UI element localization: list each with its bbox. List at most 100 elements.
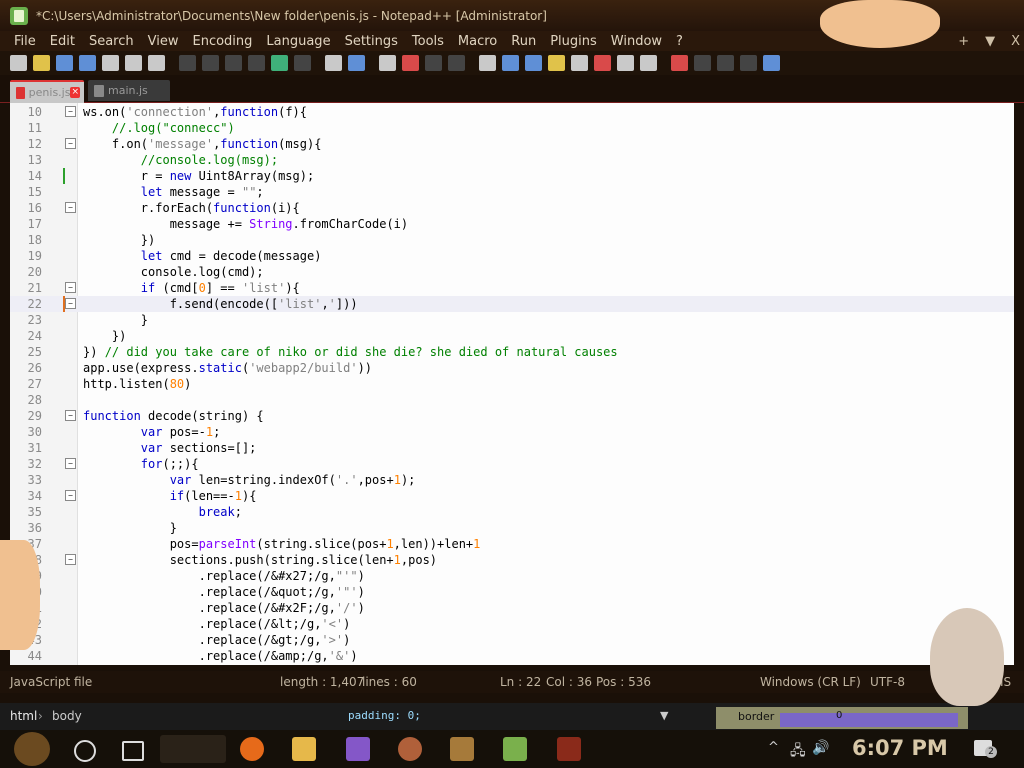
code-line[interactable]: 16 r.forEach(function(i){ [10, 200, 1014, 216]
network-icon[interactable]: 🖧 [790, 740, 806, 764]
find-icon[interactable] [294, 55, 311, 71]
notepadpp-taskbar-icon[interactable] [503, 737, 527, 761]
menu-language[interactable]: Language [266, 34, 330, 49]
taskbar-blank-slot[interactable] [160, 735, 226, 763]
code-line[interactable]: 34 if(len==-1){ [10, 488, 1014, 504]
play-macro-icon[interactable] [717, 55, 734, 71]
tray-chevron-icon[interactable]: ^ [768, 740, 779, 755]
copy-icon[interactable] [202, 55, 219, 71]
code-line[interactable]: 39 .replace(/&#x27;/g,"'") [10, 568, 1014, 584]
undo-icon[interactable] [248, 55, 265, 71]
start-button[interactable] [14, 732, 50, 766]
code-line[interactable]: 33 var len=string.indexOf('.',pos+1); [10, 472, 1014, 488]
menu-tools[interactable]: Tools [412, 34, 444, 49]
code-line[interactable]: 14 r = new Uint8Array(msg); [10, 168, 1014, 184]
menu-settings[interactable]: Settings [345, 34, 398, 49]
print-icon[interactable] [148, 55, 165, 71]
lang-define-icon[interactable] [548, 55, 565, 71]
code-line[interactable]: 41 .replace(/&#x2F;/g,'/') [10, 600, 1014, 616]
breadcrumb-body[interactable]: body [52, 709, 82, 723]
fold-toggle-icon[interactable] [65, 410, 76, 421]
paste-icon[interactable] [225, 55, 242, 71]
sync-horizontal-icon[interactable] [448, 55, 465, 71]
code-editor[interactable]: 10ws.on('connection',function(f){11 //.l… [10, 103, 1014, 665]
monitoring-icon[interactable] [640, 55, 657, 71]
code-line[interactable]: 42 .replace(/&lt;/g,'<') [10, 616, 1014, 632]
code-line[interactable]: 26 app.use(express.static('webapp2/build'… [10, 360, 1014, 376]
css-padding-rule[interactable]: padding: 0; [348, 709, 421, 722]
code-line[interactable]: 13 //console.log(msg); [10, 152, 1014, 168]
cut-icon[interactable] [179, 55, 196, 71]
visual-studio-icon[interactable] [346, 737, 370, 761]
redo-icon[interactable] [271, 55, 288, 71]
fold-toggle-icon[interactable] [65, 554, 76, 565]
media-icon[interactable] [557, 737, 581, 761]
code-line[interactable]: 38 sections.push(string.slice(len+1,pos) [10, 552, 1014, 568]
menu-window[interactable]: Window [611, 34, 662, 49]
fold-toggle-icon[interactable] [65, 458, 76, 469]
breadcrumb-html[interactable]: html [10, 709, 37, 723]
code-line[interactable]: 37 pos=parseInt(string.slice(pos+1,len))… [10, 536, 1014, 552]
code-line[interactable]: 32 for(;;){ [10, 456, 1014, 472]
tab-penis-js[interactable]: penis.js × [10, 80, 84, 103]
menu-help[interactable]: ? [676, 34, 683, 49]
play-multiple-icon[interactable] [740, 55, 757, 71]
code-line[interactable]: 20 console.log(cmd); [10, 264, 1014, 280]
code-line[interactable]: 24 }) [10, 328, 1014, 344]
app-avatar-icon[interactable] [398, 737, 422, 761]
code-line[interactable]: 23 } [10, 312, 1014, 328]
fold-toggle-icon[interactable] [65, 490, 76, 501]
fold-toggle-icon[interactable] [65, 202, 76, 213]
code-line[interactable]: 30 var pos=-1; [10, 424, 1014, 440]
show-all-chars-icon[interactable] [502, 55, 519, 71]
tab-main-js[interactable]: main.js [88, 80, 170, 101]
record-macro-icon[interactable] [671, 55, 688, 71]
menu-edit[interactable]: Edit [50, 34, 75, 49]
fold-toggle-icon[interactable] [65, 282, 76, 293]
code-line[interactable]: 25}) // did you take care of niko or did… [10, 344, 1014, 360]
game-icon[interactable] [450, 737, 474, 761]
menu-run[interactable]: Run [511, 34, 536, 49]
doc-map-icon[interactable] [571, 55, 588, 71]
code-line[interactable]: 35 break; [10, 504, 1014, 520]
close-document-icon[interactable]: X [1011, 34, 1020, 49]
taskbar-clock[interactable]: 6:07 PM [852, 736, 948, 760]
close-all-icon[interactable] [125, 55, 142, 71]
menu-encoding[interactable]: Encoding [192, 34, 252, 49]
search-circle-icon[interactable] [74, 740, 96, 762]
menu-search[interactable]: Search [89, 34, 134, 49]
scroll-down-icon[interactable]: ▼ [660, 709, 668, 722]
fold-toggle-icon[interactable] [65, 298, 76, 309]
tab-list-arrow-icon[interactable]: ▼ [985, 34, 995, 49]
code-line[interactable]: 22 f.send(encode(['list','])) [10, 296, 1014, 312]
save-icon[interactable] [56, 55, 73, 71]
menu-file[interactable]: File [14, 34, 36, 49]
find-replace-icon[interactable] [325, 55, 342, 71]
new-tab-plus-icon[interactable]: + [958, 34, 969, 49]
stop-macro-icon[interactable] [694, 55, 711, 71]
fold-toggle-icon[interactable] [65, 138, 76, 149]
word-wrap-icon[interactable] [479, 55, 496, 71]
indent-guide-icon[interactable] [525, 55, 542, 71]
code-line[interactable]: 10 ws.on('connection',function(f){ [10, 104, 1014, 120]
new-file-icon[interactable] [10, 55, 27, 71]
code-line[interactable]: 21 if (cmd[0] == 'list'){ [10, 280, 1014, 296]
volume-icon[interactable]: 🔊 [812, 740, 829, 756]
close-tab-icon[interactable]: × [70, 87, 80, 98]
code-line[interactable]: 36 } [10, 520, 1014, 536]
save-macro-icon[interactable] [763, 55, 780, 71]
code-line[interactable]: 44 .replace(/&amp;/g,'&') [10, 648, 1014, 664]
code-line[interactable]: 43 .replace(/&gt;/g,'>') [10, 632, 1014, 648]
code-line[interactable]: 28 [10, 392, 1014, 408]
menu-macro[interactable]: Macro [458, 34, 497, 49]
code-line[interactable]: 15 let message = ""; [10, 184, 1014, 200]
code-line[interactable]: 18 }) [10, 232, 1014, 248]
sync-scroll-icon[interactable] [348, 55, 365, 71]
menu-plugins[interactable]: Plugins [550, 34, 597, 49]
sync-vertical-icon[interactable] [425, 55, 442, 71]
task-view-icon[interactable] [122, 741, 144, 761]
function-list-icon[interactable] [594, 55, 611, 71]
code-line[interactable]: 29 function decode(string) { [10, 408, 1014, 424]
code-line[interactable]: 31 var sections=[]; [10, 440, 1014, 456]
status-eol[interactable]: Windows (CR LF) [760, 675, 861, 689]
